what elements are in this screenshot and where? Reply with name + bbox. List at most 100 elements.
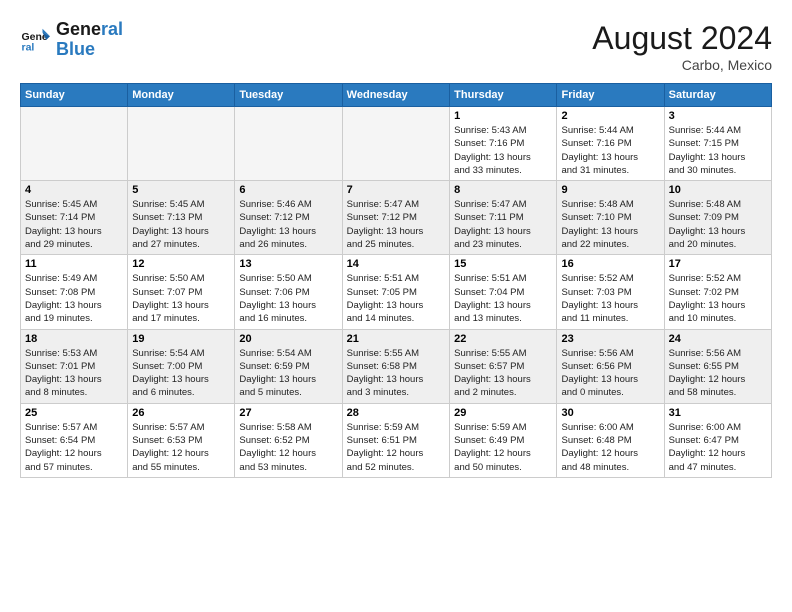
- header-thursday: Thursday: [450, 84, 557, 107]
- calendar-week-5: 25 Sunrise: 5:57 AM Sunset: 6:54 PM Dayli…: [21, 403, 772, 477]
- calendar-table: SundayMondayTuesdayWednesdayThursdayFrid…: [20, 83, 772, 478]
- calendar-day: 3Sunrise: 5:44 AM Sunset: 7:15 PM Daylig…: [664, 107, 771, 181]
- logo-icon: Gene ral: [20, 25, 50, 55]
- calendar-day: [235, 107, 342, 181]
- day-info: Sunrise: 6:00 AM Sunset: 6:47 PM Dayligh…: [669, 421, 767, 474]
- day-number: 12: [132, 258, 230, 270]
- svg-text:ral: ral: [22, 41, 35, 53]
- calendar-day: 25 Sunrise: 5:57 AM Sunset: 6:54 PM Dayli…: [21, 403, 128, 477]
- day-number: 18: [25, 333, 123, 345]
- calendar-day: 28 Sunrise: 5:59 AM Sunset: 6:51 PM Dayli…: [342, 403, 449, 477]
- day-number: 26: [132, 407, 230, 419]
- day-number: 25: [25, 407, 123, 419]
- day-number: 13: [239, 258, 337, 270]
- calendar-day: 5 Sunrise: 5:45 AM Sunset: 7:13 PM Daylig…: [128, 181, 235, 255]
- calendar-day: 13 Sunrise: 5:50 AM Sunset: 7:06 PM Dayli…: [235, 255, 342, 329]
- calendar-day: 1Sunrise: 5:43 AM Sunset: 7:16 PM Daylig…: [450, 107, 557, 181]
- day-info: Sunrise: 5:48 AM Sunset: 7:10 PM Dayligh…: [561, 198, 659, 251]
- calendar-day: 24 Sunrise: 5:56 AM Sunset: 6:55 PM Dayli…: [664, 329, 771, 403]
- calendar-day: [128, 107, 235, 181]
- day-number: 28: [347, 407, 445, 419]
- calendar-day: 31Sunrise: 6:00 AM Sunset: 6:47 PM Dayli…: [664, 403, 771, 477]
- day-number: 27: [239, 407, 337, 419]
- calendar-week-4: 18 Sunrise: 5:53 AM Sunset: 7:01 PM Dayli…: [21, 329, 772, 403]
- calendar-day: 29Sunrise: 5:59 AM Sunset: 6:49 PM Dayli…: [450, 403, 557, 477]
- day-number: 21: [347, 333, 445, 345]
- day-info: Sunrise: 5:53 AM Sunset: 7:01 PM Dayligh…: [25, 347, 123, 400]
- day-number: 9: [561, 184, 659, 196]
- day-info: Sunrise: 6:00 AM Sunset: 6:48 PM Dayligh…: [561, 421, 659, 474]
- day-number: 5: [132, 184, 230, 196]
- day-info: Sunrise: 5:47 AM Sunset: 7:11 PM Dayligh…: [454, 198, 552, 251]
- calendar-week-1: 1Sunrise: 5:43 AM Sunset: 7:16 PM Daylig…: [21, 107, 772, 181]
- day-info: Sunrise: 5:55 AM Sunset: 6:58 PM Dayligh…: [347, 347, 445, 400]
- day-number: 3: [669, 110, 767, 122]
- day-info: Sunrise: 5:45 AM Sunset: 7:14 PM Dayligh…: [25, 198, 123, 251]
- calendar-day: 23 Sunrise: 5:56 AM Sunset: 6:56 PM Dayli…: [557, 329, 664, 403]
- page-header: Gene ral GeneralBlue August 2024 Carbo, …: [20, 20, 772, 73]
- day-number: 30: [561, 407, 659, 419]
- day-info: Sunrise: 5:46 AM Sunset: 7:12 PM Dayligh…: [239, 198, 337, 251]
- calendar-day: 11Sunrise: 5:49 AM Sunset: 7:08 PM Dayli…: [21, 255, 128, 329]
- day-number: 23: [561, 333, 659, 345]
- calendar-day: 20 Sunrise: 5:54 AM Sunset: 6:59 PM Dayli…: [235, 329, 342, 403]
- day-info: Sunrise: 5:52 AM Sunset: 7:02 PM Dayligh…: [669, 272, 767, 325]
- day-number: 16: [561, 258, 659, 270]
- calendar-day: 21 Sunrise: 5:55 AM Sunset: 6:58 PM Dayli…: [342, 329, 449, 403]
- logo-text: GeneralBlue: [56, 20, 123, 60]
- calendar-day: [21, 107, 128, 181]
- calendar-week-3: 11Sunrise: 5:49 AM Sunset: 7:08 PM Dayli…: [21, 255, 772, 329]
- location: Carbo, Mexico: [592, 57, 772, 73]
- day-info: Sunrise: 5:54 AM Sunset: 7:00 PM Dayligh…: [132, 347, 230, 400]
- day-info: Sunrise: 5:51 AM Sunset: 7:05 PM Dayligh…: [347, 272, 445, 325]
- calendar-day: [342, 107, 449, 181]
- day-info: Sunrise: 5:51 AM Sunset: 7:04 PM Dayligh…: [454, 272, 552, 325]
- day-number: 2: [561, 110, 659, 122]
- day-info: Sunrise: 5:56 AM Sunset: 6:55 PM Dayligh…: [669, 347, 767, 400]
- title-block: August 2024 Carbo, Mexico: [592, 20, 772, 73]
- calendar-day: 8Sunrise: 5:47 AM Sunset: 7:11 PM Daylig…: [450, 181, 557, 255]
- day-info: Sunrise: 5:59 AM Sunset: 6:51 PM Dayligh…: [347, 421, 445, 474]
- day-info: Sunrise: 5:56 AM Sunset: 6:56 PM Dayligh…: [561, 347, 659, 400]
- calendar-day: 14 Sunrise: 5:51 AM Sunset: 7:05 PM Dayli…: [342, 255, 449, 329]
- day-number: 15: [454, 258, 552, 270]
- calendar-day: 16 Sunrise: 5:52 AM Sunset: 7:03 PM Dayli…: [557, 255, 664, 329]
- day-number: 19: [132, 333, 230, 345]
- header-sunday: Sunday: [21, 84, 128, 107]
- calendar-header-row: SundayMondayTuesdayWednesdayThursdayFrid…: [21, 84, 772, 107]
- day-info: Sunrise: 5:50 AM Sunset: 7:06 PM Dayligh…: [239, 272, 337, 325]
- day-info: Sunrise: 5:45 AM Sunset: 7:13 PM Dayligh…: [132, 198, 230, 251]
- calendar-day: 15 Sunrise: 5:51 AM Sunset: 7:04 PM Dayli…: [450, 255, 557, 329]
- calendar-day: 30 Sunrise: 6:00 AM Sunset: 6:48 PM Dayli…: [557, 403, 664, 477]
- day-info: Sunrise: 5:57 AM Sunset: 6:54 PM Dayligh…: [25, 421, 123, 474]
- day-info: Sunrise: 5:54 AM Sunset: 6:59 PM Dayligh…: [239, 347, 337, 400]
- calendar-day: 22 Sunrise: 5:55 AM Sunset: 6:57 PM Dayli…: [450, 329, 557, 403]
- day-info: Sunrise: 5:52 AM Sunset: 7:03 PM Dayligh…: [561, 272, 659, 325]
- day-number: 10: [669, 184, 767, 196]
- calendar-day: 27Sunrise: 5:58 AM Sunset: 6:52 PM Dayli…: [235, 403, 342, 477]
- day-number: 4: [25, 184, 123, 196]
- day-info: Sunrise: 5:47 AM Sunset: 7:12 PM Dayligh…: [347, 198, 445, 251]
- calendar-week-2: 4 Sunrise: 5:45 AM Sunset: 7:14 PM Daylig…: [21, 181, 772, 255]
- month-year: August 2024: [592, 20, 772, 57]
- header-monday: Monday: [128, 84, 235, 107]
- day-number: 1: [454, 110, 552, 122]
- calendar-day: 19 Sunrise: 5:54 AM Sunset: 7:00 PM Dayli…: [128, 329, 235, 403]
- day-info: Sunrise: 5:50 AM Sunset: 7:07 PM Dayligh…: [132, 272, 230, 325]
- day-number: 24: [669, 333, 767, 345]
- day-info: Sunrise: 5:55 AM Sunset: 6:57 PM Dayligh…: [454, 347, 552, 400]
- day-number: 7: [347, 184, 445, 196]
- day-number: 20: [239, 333, 337, 345]
- day-info: Sunrise: 5:49 AM Sunset: 7:08 PM Dayligh…: [25, 272, 123, 325]
- calendar-day: 9 Sunrise: 5:48 AM Sunset: 7:10 PM Daylig…: [557, 181, 664, 255]
- day-info: Sunrise: 5:48 AM Sunset: 7:09 PM Dayligh…: [669, 198, 767, 251]
- header-saturday: Saturday: [664, 84, 771, 107]
- day-number: 14: [347, 258, 445, 270]
- calendar-day: 2Sunrise: 5:44 AM Sunset: 7:16 PM Daylig…: [557, 107, 664, 181]
- header-wednesday: Wednesday: [342, 84, 449, 107]
- calendar-day: 18 Sunrise: 5:53 AM Sunset: 7:01 PM Dayli…: [21, 329, 128, 403]
- header-tuesday: Tuesday: [235, 84, 342, 107]
- calendar-day: 7 Sunrise: 5:47 AM Sunset: 7:12 PM Daylig…: [342, 181, 449, 255]
- day-number: 22: [454, 333, 552, 345]
- calendar-day: 6Sunrise: 5:46 AM Sunset: 7:12 PM Daylig…: [235, 181, 342, 255]
